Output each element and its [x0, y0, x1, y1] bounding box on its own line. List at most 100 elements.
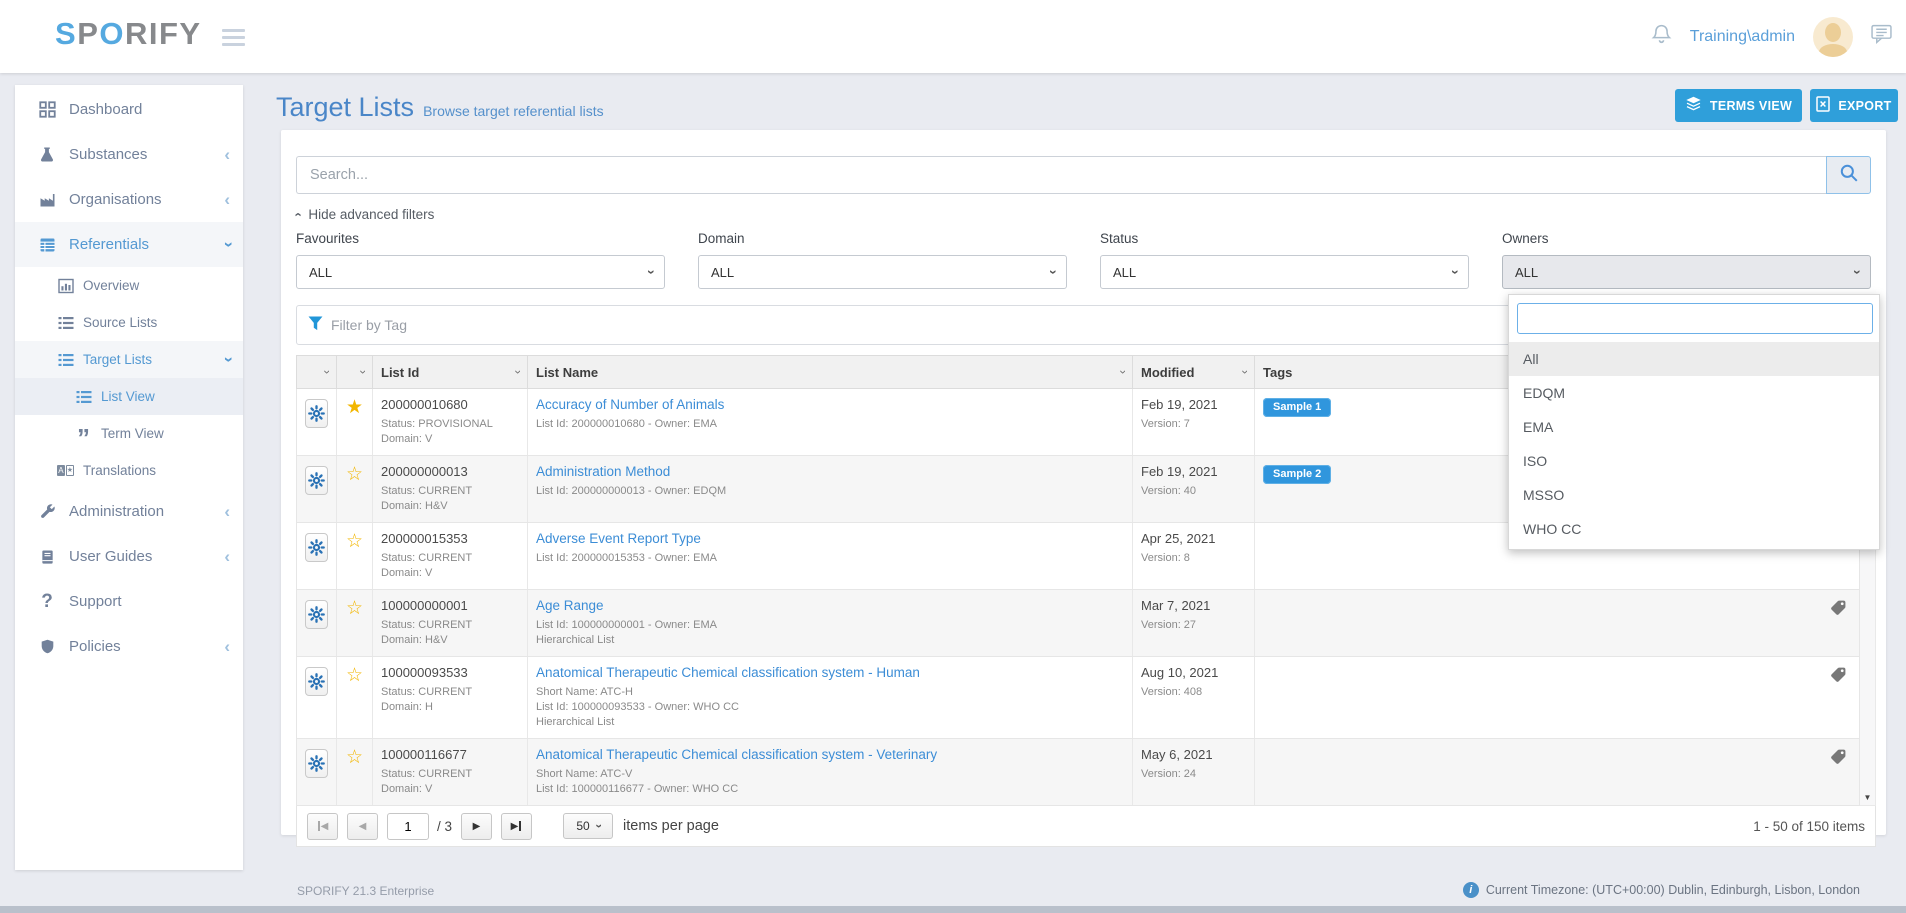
column-header[interactable]: ‹	[337, 356, 373, 388]
list-meta-line: List Id: 100000116677 - Owner: WHO CC	[536, 782, 1124, 797]
list-status: Status: CURRENT	[381, 551, 519, 566]
favourite-star-icon[interactable]: ☆	[346, 531, 363, 552]
favourites-select[interactable]: ALL ‹	[296, 255, 665, 289]
items-range-label: 1 - 50 of 150 items	[1753, 819, 1865, 834]
chevron-down-icon: ‹	[1848, 270, 1864, 275]
sidebar-item-list-view[interactable]: List View ‹	[15, 378, 243, 415]
previous-page-button[interactable]: ◀	[347, 813, 378, 840]
avatar[interactable]	[1813, 17, 1853, 57]
sidebar-item-term-view[interactable]: ” Term View ‹	[15, 415, 243, 452]
status-select[interactable]: ALL ‹	[1100, 255, 1469, 289]
sidebar-item-label: Substances	[69, 146, 224, 163]
list-name-link[interactable]: Adverse Event Report Type	[536, 531, 1124, 546]
sidebar-item-organisations[interactable]: Organisations ‹	[15, 177, 243, 222]
shield-icon	[37, 638, 57, 656]
column-menu-chevron-icon[interactable]: ‹	[1115, 370, 1129, 374]
column-menu-chevron-icon[interactable]: ‹	[355, 370, 369, 374]
column-header[interactable]: Modified ‹	[1133, 356, 1255, 388]
sidebar-item-translations[interactable]: A★ Translations ‹	[15, 452, 243, 489]
chevron-icon: ‹	[219, 357, 236, 363]
column-menu-chevron-icon[interactable]: ‹	[510, 370, 524, 374]
page-subtitle: Browse target referential lists	[423, 103, 604, 119]
menu-toggle-icon[interactable]	[222, 29, 245, 50]
owners-filter-label: Owners	[1502, 231, 1871, 246]
hide-advanced-filters-toggle[interactable]: ‹ Hide advanced filters	[297, 207, 434, 222]
owners-option-all[interactable]: All	[1509, 342, 1879, 376]
column-header-label: Modified	[1141, 365, 1194, 380]
user-menu[interactable]: Training\admin	[1690, 28, 1795, 46]
chevron-icon: ‹	[224, 191, 230, 208]
feedback-chat-icon[interactable]	[1871, 24, 1892, 49]
list-name-link[interactable]: Age Range	[536, 598, 1124, 613]
sidebar-item-user-guides[interactable]: User Guides ‹	[15, 534, 243, 579]
sidebar-item-referentials[interactable]: Referentials ‹	[15, 222, 243, 267]
favourite-star-icon[interactable]: ☆	[346, 665, 363, 686]
sidebar-item-substances[interactable]: Substances ‹	[15, 132, 243, 177]
sidebar-item-overview[interactable]: Overview ‹	[15, 267, 243, 304]
favourite-star-icon[interactable]: ☆	[346, 747, 363, 768]
sidebar-item-source-lists[interactable]: Source Lists ‹	[15, 304, 243, 341]
list-domain: Domain: V	[381, 432, 519, 447]
owners-dropdown-search-input[interactable]	[1517, 303, 1873, 334]
list-domain: Domain: H	[381, 700, 519, 715]
tag-icon	[1830, 748, 1847, 770]
last-page-button[interactable]: ▶	[501, 813, 532, 840]
question-icon: ?	[37, 593, 57, 611]
list-name-link[interactable]: Accuracy of Number of Animals	[536, 397, 1124, 412]
row-settings-gear-button[interactable]	[305, 600, 328, 629]
search-button[interactable]	[1826, 156, 1871, 194]
row-settings-gear-button[interactable]	[305, 399, 328, 428]
sidebar-item-policies[interactable]: Policies ‹	[15, 624, 243, 669]
terms-view-button[interactable]: TERMS VIEW	[1675, 89, 1802, 122]
owners-option-ema[interactable]: EMA	[1509, 410, 1879, 444]
sidebar-item-administration[interactable]: Administration ‹	[15, 489, 243, 534]
domain-select[interactable]: ALL ‹	[698, 255, 1067, 289]
column-menu-chevron-icon[interactable]: ‹	[319, 370, 333, 374]
list-name-link[interactable]: Administration Method	[536, 464, 1124, 479]
sidebar-item-target-lists[interactable]: Target Lists ‹	[15, 341, 243, 378]
next-page-button[interactable]: ▶	[461, 813, 492, 840]
export-button[interactable]: EXPORT	[1810, 89, 1898, 122]
column-header[interactable]: List Id ‹	[373, 356, 528, 388]
list-id: 100000116677	[381, 747, 519, 762]
first-page-button[interactable]: ◀	[307, 813, 338, 840]
owners-option-msso[interactable]: MSSO	[1509, 478, 1879, 512]
page-size-select[interactable]: 50 ‹	[563, 813, 613, 839]
row-settings-gear-button[interactable]	[305, 667, 328, 696]
list-domain: Domain: V	[381, 566, 519, 581]
sidebar-item-support[interactable]: ? Support ‹	[15, 579, 243, 624]
factory-icon	[37, 191, 57, 209]
row-settings-gear-button[interactable]	[305, 466, 328, 495]
column-menu-chevron-icon[interactable]: ‹	[1237, 370, 1251, 374]
list-icon	[57, 314, 74, 332]
list-icon	[75, 388, 92, 406]
list-name-link[interactable]: Anatomical Therapeutic Chemical classifi…	[536, 747, 1124, 762]
app-version-label: SPORIFY 21.3 Enterprise	[297, 884, 434, 898]
sidebar-item-dashboard[interactable]: Dashboard ‹	[15, 87, 243, 132]
list-id: 200000010680	[381, 397, 519, 412]
wrench-icon	[37, 503, 57, 521]
owners-option-edqm[interactable]: EDQM	[1509, 376, 1879, 410]
favourite-star-icon[interactable]: ☆	[346, 598, 363, 619]
search-input[interactable]	[296, 156, 1826, 194]
table-row: ☆ 100000093533 Status: CURRENT Domain: H…	[296, 657, 1860, 739]
notifications-bell-icon[interactable]	[1651, 23, 1672, 51]
column-header[interactable]: ‹	[297, 356, 337, 388]
page-number-input[interactable]	[387, 813, 429, 840]
filter-by-tag-label: Filter by Tag	[331, 317, 407, 333]
owners-option-iso[interactable]: ISO	[1509, 444, 1879, 478]
favourite-star-icon[interactable]: ★	[346, 397, 363, 418]
owners-select[interactable]: ALL ‹	[1502, 255, 1871, 289]
column-header-label: List Id	[381, 365, 419, 380]
column-header[interactable]: List Name ‹	[528, 356, 1133, 388]
owners-option-who-cc[interactable]: WHO CC	[1509, 512, 1879, 546]
row-settings-gear-button[interactable]	[305, 533, 328, 562]
version-label: Version: 27	[1141, 618, 1246, 633]
favourite-star-icon[interactable]: ☆	[346, 464, 363, 485]
list-name-link[interactable]: Anatomical Therapeutic Chemical classifi…	[536, 665, 1124, 680]
domain-filter-label: Domain	[698, 231, 1067, 246]
scroll-down-icon[interactable]: ▼	[1860, 793, 1875, 802]
content-card: ‹ Hide advanced filters Favourites ALL ‹…	[281, 130, 1886, 835]
row-settings-gear-button[interactable]	[305, 749, 328, 778]
quote-icon: ”	[75, 425, 92, 443]
